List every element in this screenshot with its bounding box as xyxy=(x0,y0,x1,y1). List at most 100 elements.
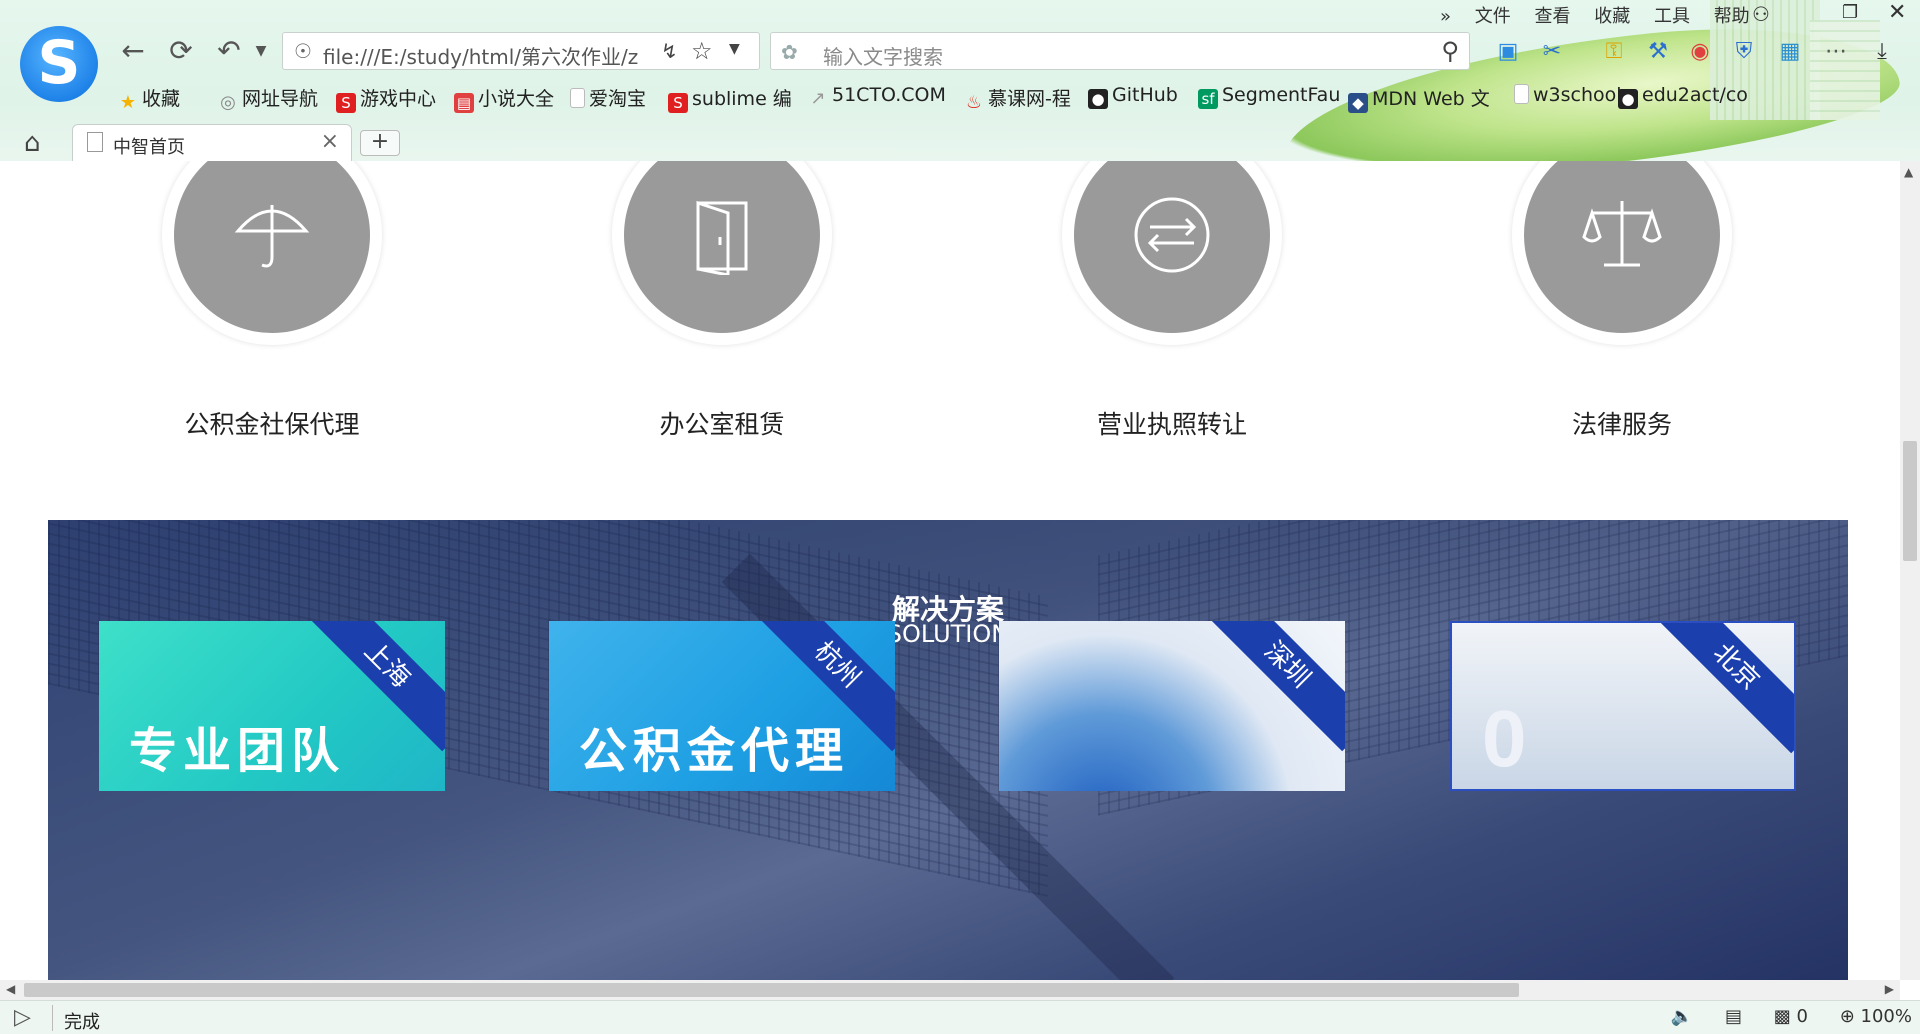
menu-item-tools[interactable]: 工具 xyxy=(1654,2,1690,28)
suitcase-icon[interactable]: ▤ xyxy=(1725,1006,1742,1027)
close-window-icon[interactable]: ✕ xyxy=(1888,0,1906,25)
service-label: 公积金社保代理 xyxy=(184,410,360,439)
solution-card-shenzhen[interactable]: 深圳 xyxy=(999,621,1345,791)
bookmark-label: 网址导航 xyxy=(242,88,319,110)
bookmark-item[interactable]: ↗ 51CTO.COM xyxy=(808,84,946,109)
bookmark-item[interactable]: ● edu2act/co xyxy=(1618,84,1748,109)
scrollbar-thumb[interactable] xyxy=(24,983,1519,997)
search-icon[interactable]: ⚲ xyxy=(1441,37,1459,65)
solution-card-hangzhou[interactable]: 公积金代理 杭州 xyxy=(549,621,895,791)
bookmark-item[interactable]: ◎ 网址导航 xyxy=(218,84,318,113)
close-tab-icon[interactable]: × xyxy=(321,129,339,154)
bookmark-item[interactable]: Ssublime 编 xyxy=(668,84,792,113)
shield-security-icon[interactable]: ⛨ xyxy=(1730,38,1758,66)
page-icon xyxy=(570,88,585,108)
bookmark-label: sublime 编 xyxy=(692,88,792,110)
back-arrow-icon[interactable]: ← xyxy=(116,34,150,68)
address-bar[interactable]: ☉ file:///E:/study/html/第六次作业/z ↯ ☆ ▼ xyxy=(282,32,760,70)
book-icon: ▤ xyxy=(454,93,474,113)
service-icon-ring xyxy=(1062,161,1282,345)
service-icon-ring xyxy=(1512,161,1732,345)
scroll-up-icon[interactable]: ▲ xyxy=(1904,165,1913,179)
bookmark-label: edu2act/co xyxy=(1642,84,1748,106)
bookmark-star-icon[interactable]: ☆ xyxy=(691,37,713,65)
sogou-logo[interactable]: S xyxy=(20,26,98,102)
bookmark-item[interactable]: ◆ MDN Web 文 xyxy=(1348,84,1490,113)
address-dropdown-icon[interactable]: ▼ xyxy=(729,41,740,57)
scrollbar-thumb[interactable] xyxy=(1903,441,1917,561)
bookmark-label: 游戏中心 xyxy=(360,88,437,110)
bookmark-item[interactable]: S 游戏中心 xyxy=(336,84,436,113)
bookmark-label: 爱淘宝 xyxy=(589,88,647,110)
menu-overflow-icon[interactable]: » xyxy=(1440,6,1451,27)
page-icon xyxy=(1514,84,1529,104)
zoom-level: 100% xyxy=(1860,1006,1912,1027)
bookmark-item[interactable]: ♨ 慕课网-程 xyxy=(964,84,1071,113)
globe-icon: ◎ xyxy=(220,92,236,113)
star-icon: ★ xyxy=(119,92,137,113)
refresh-icon[interactable]: ⟳ xyxy=(164,34,198,68)
bookmark-item[interactable]: ● GitHub xyxy=(1088,84,1178,109)
menu-bar: » 文件 查看 收藏 工具 帮助 xyxy=(1440,2,1768,28)
scroll-right-icon[interactable]: ▶ xyxy=(1885,982,1894,996)
sound-icon[interactable]: 🔈 xyxy=(1671,1006,1693,1027)
horizontal-scrollbar[interactable]: ◀ ▶ xyxy=(0,980,1900,1000)
lightning-icon[interactable]: ↯ xyxy=(661,39,678,63)
restore-window-icon[interactable]: ❐ xyxy=(1842,2,1858,23)
menu-item-view[interactable]: 查看 xyxy=(1534,2,1570,28)
card-overlay-text: 0 xyxy=(1482,694,1533,783)
bookmark-item[interactable]: 爱淘宝 xyxy=(570,84,646,111)
search-input[interactable]: 输入文字搜索 xyxy=(823,41,943,70)
screenshot-icon[interactable]: ▣ xyxy=(1494,38,1522,66)
translate-icon[interactable]: ▦ xyxy=(1776,38,1804,66)
flame-icon: ♨ xyxy=(965,92,983,113)
undo-dropdown-icon[interactable]: ▼ xyxy=(244,34,278,68)
bookmark-label: 慕课网-程 xyxy=(988,88,1071,110)
status-text: 完成 xyxy=(64,1012,100,1033)
skin-shirt-icon[interactable]: ⚇ xyxy=(1752,2,1770,26)
solution-card-shanghai[interactable]: 专业团队 上海 xyxy=(99,621,445,791)
adblock-icon[interactable]: ▩ 0 xyxy=(1774,1006,1808,1027)
status-tools: 🔈 ▤ ▩ 0 ⊕ 100% xyxy=(1645,1006,1912,1027)
mdn-icon: ◆ xyxy=(1348,93,1368,113)
browser-chrome: S ← ⟳ ↶ ▼ ☉ file:///E:/study/html/第六次作业/… xyxy=(0,0,1920,161)
city-ribbon: 深圳 xyxy=(1200,621,1345,752)
bookmark-item[interactable]: ★ 收藏 xyxy=(118,84,180,113)
address-input[interactable]: file:///E:/study/html/第六次作业/z xyxy=(323,41,653,70)
sidebar-toggle-icon[interactable]: ▷ xyxy=(14,1005,31,1030)
service-icon-ring xyxy=(162,161,382,345)
github-icon: ● xyxy=(1618,89,1638,109)
bookmark-label: GitHub xyxy=(1112,84,1178,106)
menu-item-help[interactable]: 帮助 xyxy=(1714,2,1750,28)
sogou-icon: S xyxy=(668,93,688,113)
search-bar[interactable]: ✿ 输入文字搜索 ⚲ xyxy=(770,32,1470,70)
service-label: 营业执照转让 xyxy=(1096,410,1247,439)
wrench-icon[interactable]: ⚒ xyxy=(1644,38,1672,66)
key-icon[interactable]: ⚿ xyxy=(1600,38,1628,66)
home-icon[interactable]: ⌂ xyxy=(24,128,41,158)
bookmark-item[interactable]: ▤ 小说大全 xyxy=(454,84,554,113)
tab-active[interactable]: 中智首页 × xyxy=(72,124,352,161)
bookmark-item[interactable]: w3school xyxy=(1514,84,1622,106)
download-icon[interactable]: ⤓ xyxy=(1868,38,1896,66)
addon-icon[interactable]: ◉ xyxy=(1686,38,1714,66)
more-icon[interactable]: ⋯ xyxy=(1822,38,1850,66)
github-icon: ● xyxy=(1088,89,1108,109)
bookmark-label: SegmentFau xyxy=(1222,84,1341,106)
undo-icon[interactable]: ↶ xyxy=(212,34,246,68)
vertical-scrollbar[interactable]: ▲ xyxy=(1900,161,1920,980)
scissors-icon[interactable]: ✂ xyxy=(1538,38,1566,66)
menu-item-favorites[interactable]: 收藏 xyxy=(1594,2,1630,28)
menu-item-file[interactable]: 文件 xyxy=(1475,2,1511,28)
bookmark-item[interactable]: sf SegmentFau xyxy=(1198,84,1340,109)
scroll-left-icon[interactable]: ◀ xyxy=(6,982,15,996)
umbrella-icon xyxy=(174,161,370,333)
exchange-icon xyxy=(1074,161,1270,333)
bookmark-label: 51CTO.COM xyxy=(832,84,946,106)
city-ribbon: 北京 xyxy=(1649,623,1794,754)
solution-card-beijing[interactable]: 0 北京 xyxy=(1450,621,1796,791)
new-tab-button[interactable]: + xyxy=(360,130,400,156)
zoom-control[interactable]: ⊕ 100% xyxy=(1840,1006,1912,1027)
bookmark-label: w3school xyxy=(1533,84,1622,106)
link-icon: ↗ xyxy=(810,88,826,109)
